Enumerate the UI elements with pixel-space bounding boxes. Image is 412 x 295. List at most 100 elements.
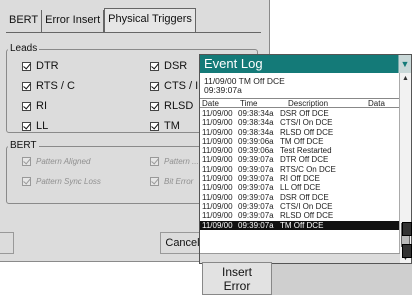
- event-description: CTS/I On DCE: [280, 118, 333, 128]
- checkbox-label: RTS / C: [36, 80, 75, 92]
- event-description: DSR Off DCE: [280, 109, 329, 118]
- tab-bar: BERT Error Insert Physical Triggers: [6, 8, 196, 32]
- insert-error-button[interactable]: Insert Error: [202, 262, 272, 295]
- column-header-description[interactable]: Description: [288, 99, 328, 108]
- event-description: DSR Off DCE: [280, 192, 329, 202]
- event-description: RI Off DCE: [280, 174, 320, 184]
- column-header-date[interactable]: Date: [202, 99, 219, 108]
- event-log-row[interactable]: 11/09/00 09:39:07a DSR Off DCE: [200, 193, 401, 202]
- checkbox-box[interactable]: [22, 101, 31, 111]
- event-log-row[interactable]: 11/09/00 09:39:07a RTS/C On DCE: [200, 165, 401, 174]
- event-log-row[interactable]: 11/09/00 09:39:07a RLSD Off DCE: [200, 211, 401, 220]
- event-date: 11/09/00: [202, 127, 233, 137]
- checkbox-box: [22, 157, 31, 166]
- scroll-up-icon[interactable]: ▲: [400, 73, 411, 84]
- checkbox-pattern-sync-loss: Pattern Sync Loss: [22, 177, 101, 186]
- event-description: RLSD Off DCE: [280, 211, 334, 221]
- event-time: 09:38:34a: [238, 109, 274, 118]
- checkbox-box[interactable]: [150, 121, 159, 131]
- bert-group-title: BERT: [8, 140, 39, 151]
- checkbox-label: RLSD: [164, 100, 194, 112]
- checkbox-box[interactable]: [22, 81, 31, 91]
- event-description: DTR Off DCE: [280, 155, 329, 165]
- checkbox-label: Bit Error: [164, 177, 194, 186]
- event-time: 09:39:07a: [238, 220, 274, 230]
- event-log-row[interactable]: 11/09/00 09:39:07a TM Off DCE: [200, 220, 401, 230]
- column-header-data[interactable]: Data: [368, 99, 385, 108]
- event-log-title: Event Log: [200, 55, 411, 73]
- checkbox-label: DTR: [36, 60, 59, 72]
- checkbox-rlsd[interactable]: RLSD: [150, 100, 193, 112]
- checkbox-dsr[interactable]: DSR: [150, 60, 187, 72]
- event-time: 09:39:07a: [238, 192, 274, 202]
- checkbox-cts[interactable]: CTS / I: [150, 80, 198, 92]
- checkbox-box[interactable]: [150, 61, 159, 71]
- checkbox-label: TM: [164, 120, 180, 132]
- event-time: 09:39:07a: [238, 183, 274, 193]
- event-date: 11/09/00: [202, 146, 233, 156]
- event-time: 09:38:34a: [238, 127, 274, 137]
- event-time: 09:39:07a: [238, 155, 274, 165]
- chevron-down-icon[interactable]: ▼: [398, 55, 411, 73]
- checkbox-label: Pattern Aligned: [36, 157, 91, 166]
- event-date: 11/09/00: [202, 136, 233, 146]
- event-log-row[interactable]: 11/09/00 09:38:34a CTS/I On DCE: [200, 118, 401, 127]
- side-control-bottom[interactable]: [402, 244, 412, 258]
- event-log-row[interactable]: 11/09/00 09:39:06a TM Off DCE: [200, 137, 401, 146]
- event-log-row[interactable]: 11/09/00 09:39:07a DTR Off DCE: [200, 155, 401, 164]
- checkbox-ll[interactable]: LL: [22, 120, 48, 132]
- checkbox-tm[interactable]: TM: [150, 120, 180, 132]
- event-description: LL Off DCE: [280, 183, 321, 193]
- event-description: TM Off DCE: [280, 220, 324, 230]
- event-date: 11/09/00: [202, 118, 233, 128]
- event-date: 11/09/00: [202, 201, 233, 211]
- event-date: 11/09/00: [202, 183, 233, 193]
- checkbox-label: Pattern ...: [164, 157, 199, 166]
- event-time: 09:39:07a: [238, 174, 274, 184]
- event-log-row[interactable]: 11/09/00 09:38:34a DSR Off DCE: [200, 109, 401, 118]
- checkbox-pattern: Pattern ...: [150, 157, 199, 166]
- event-date: 11/09/00: [202, 192, 233, 202]
- event-time: 09:39:06a: [238, 146, 274, 156]
- event-description: RTS/C On DCE: [280, 164, 336, 174]
- column-header-time[interactable]: Time: [240, 99, 257, 108]
- checkbox-box: [150, 177, 159, 186]
- checkbox-label: RI: [36, 100, 47, 112]
- checkbox-ri[interactable]: RI: [22, 100, 47, 112]
- event-log-row[interactable]: 11/09/00 09:39:07a CTS/I On DCE: [200, 202, 401, 211]
- event-log-last-event: 11/09/00 TM Off DCE 09:39:07a: [204, 77, 285, 95]
- leads-group-title: Leads: [8, 43, 40, 54]
- checkbox-label: LL: [36, 120, 49, 132]
- checkbox-box[interactable]: [150, 101, 159, 111]
- ok-button[interactable]: [0, 232, 14, 254]
- insert-error-label-line1: Insert: [221, 265, 252, 279]
- checkbox-box[interactable]: [150, 81, 159, 91]
- event-time: 09:38:34a: [238, 118, 274, 128]
- event-date: 11/09/00: [202, 220, 233, 230]
- event-log-row[interactable]: 11/09/00 09:39:06a Test Restarted: [200, 146, 401, 155]
- event-log-row[interactable]: 11/09/00 09:39:07a LL Off DCE: [200, 183, 401, 192]
- event-log-row[interactable]: 11/09/00 09:39:07a RI Off DCE: [200, 174, 401, 183]
- event-log-rows: 11/09/00 09:38:34a DSR Off DCE 11/09/00 09:3…: [200, 109, 401, 230]
- checkbox-rts[interactable]: RTS / C: [22, 80, 75, 92]
- checkbox-box[interactable]: [22, 121, 31, 131]
- tab-error-insert[interactable]: Error Insert: [42, 10, 105, 32]
- event-date: 11/09/00: [202, 155, 233, 165]
- event-time: 09:39:07a: [238, 201, 274, 211]
- tab-bert[interactable]: BERT: [6, 10, 43, 32]
- checkbox-box: [150, 157, 159, 166]
- side-control-top[interactable]: [402, 222, 412, 236]
- event-date: 11/09/00: [202, 164, 233, 174]
- event-time: 09:39:07a: [238, 211, 274, 221]
- event-date: 11/09/00: [202, 109, 233, 118]
- event-description: Test Restarted: [280, 146, 332, 156]
- event-log-window: Event Log ▼ 11/09/00 TM Off DCE 09:39:07…: [199, 54, 412, 264]
- toolbar-strip: [272, 264, 412, 295]
- event-description: TM Off DCE: [280, 136, 324, 146]
- checkbox-box: [22, 177, 31, 186]
- checkbox-box[interactable]: [22, 61, 31, 71]
- event-log-row[interactable]: 11/09/00 09:38:34a RLSD Off DCE: [200, 128, 401, 137]
- checkbox-dtr[interactable]: DTR: [22, 60, 59, 72]
- tab-physical-triggers[interactable]: Physical Triggers: [104, 8, 196, 32]
- event-date: 11/09/00: [202, 211, 233, 221]
